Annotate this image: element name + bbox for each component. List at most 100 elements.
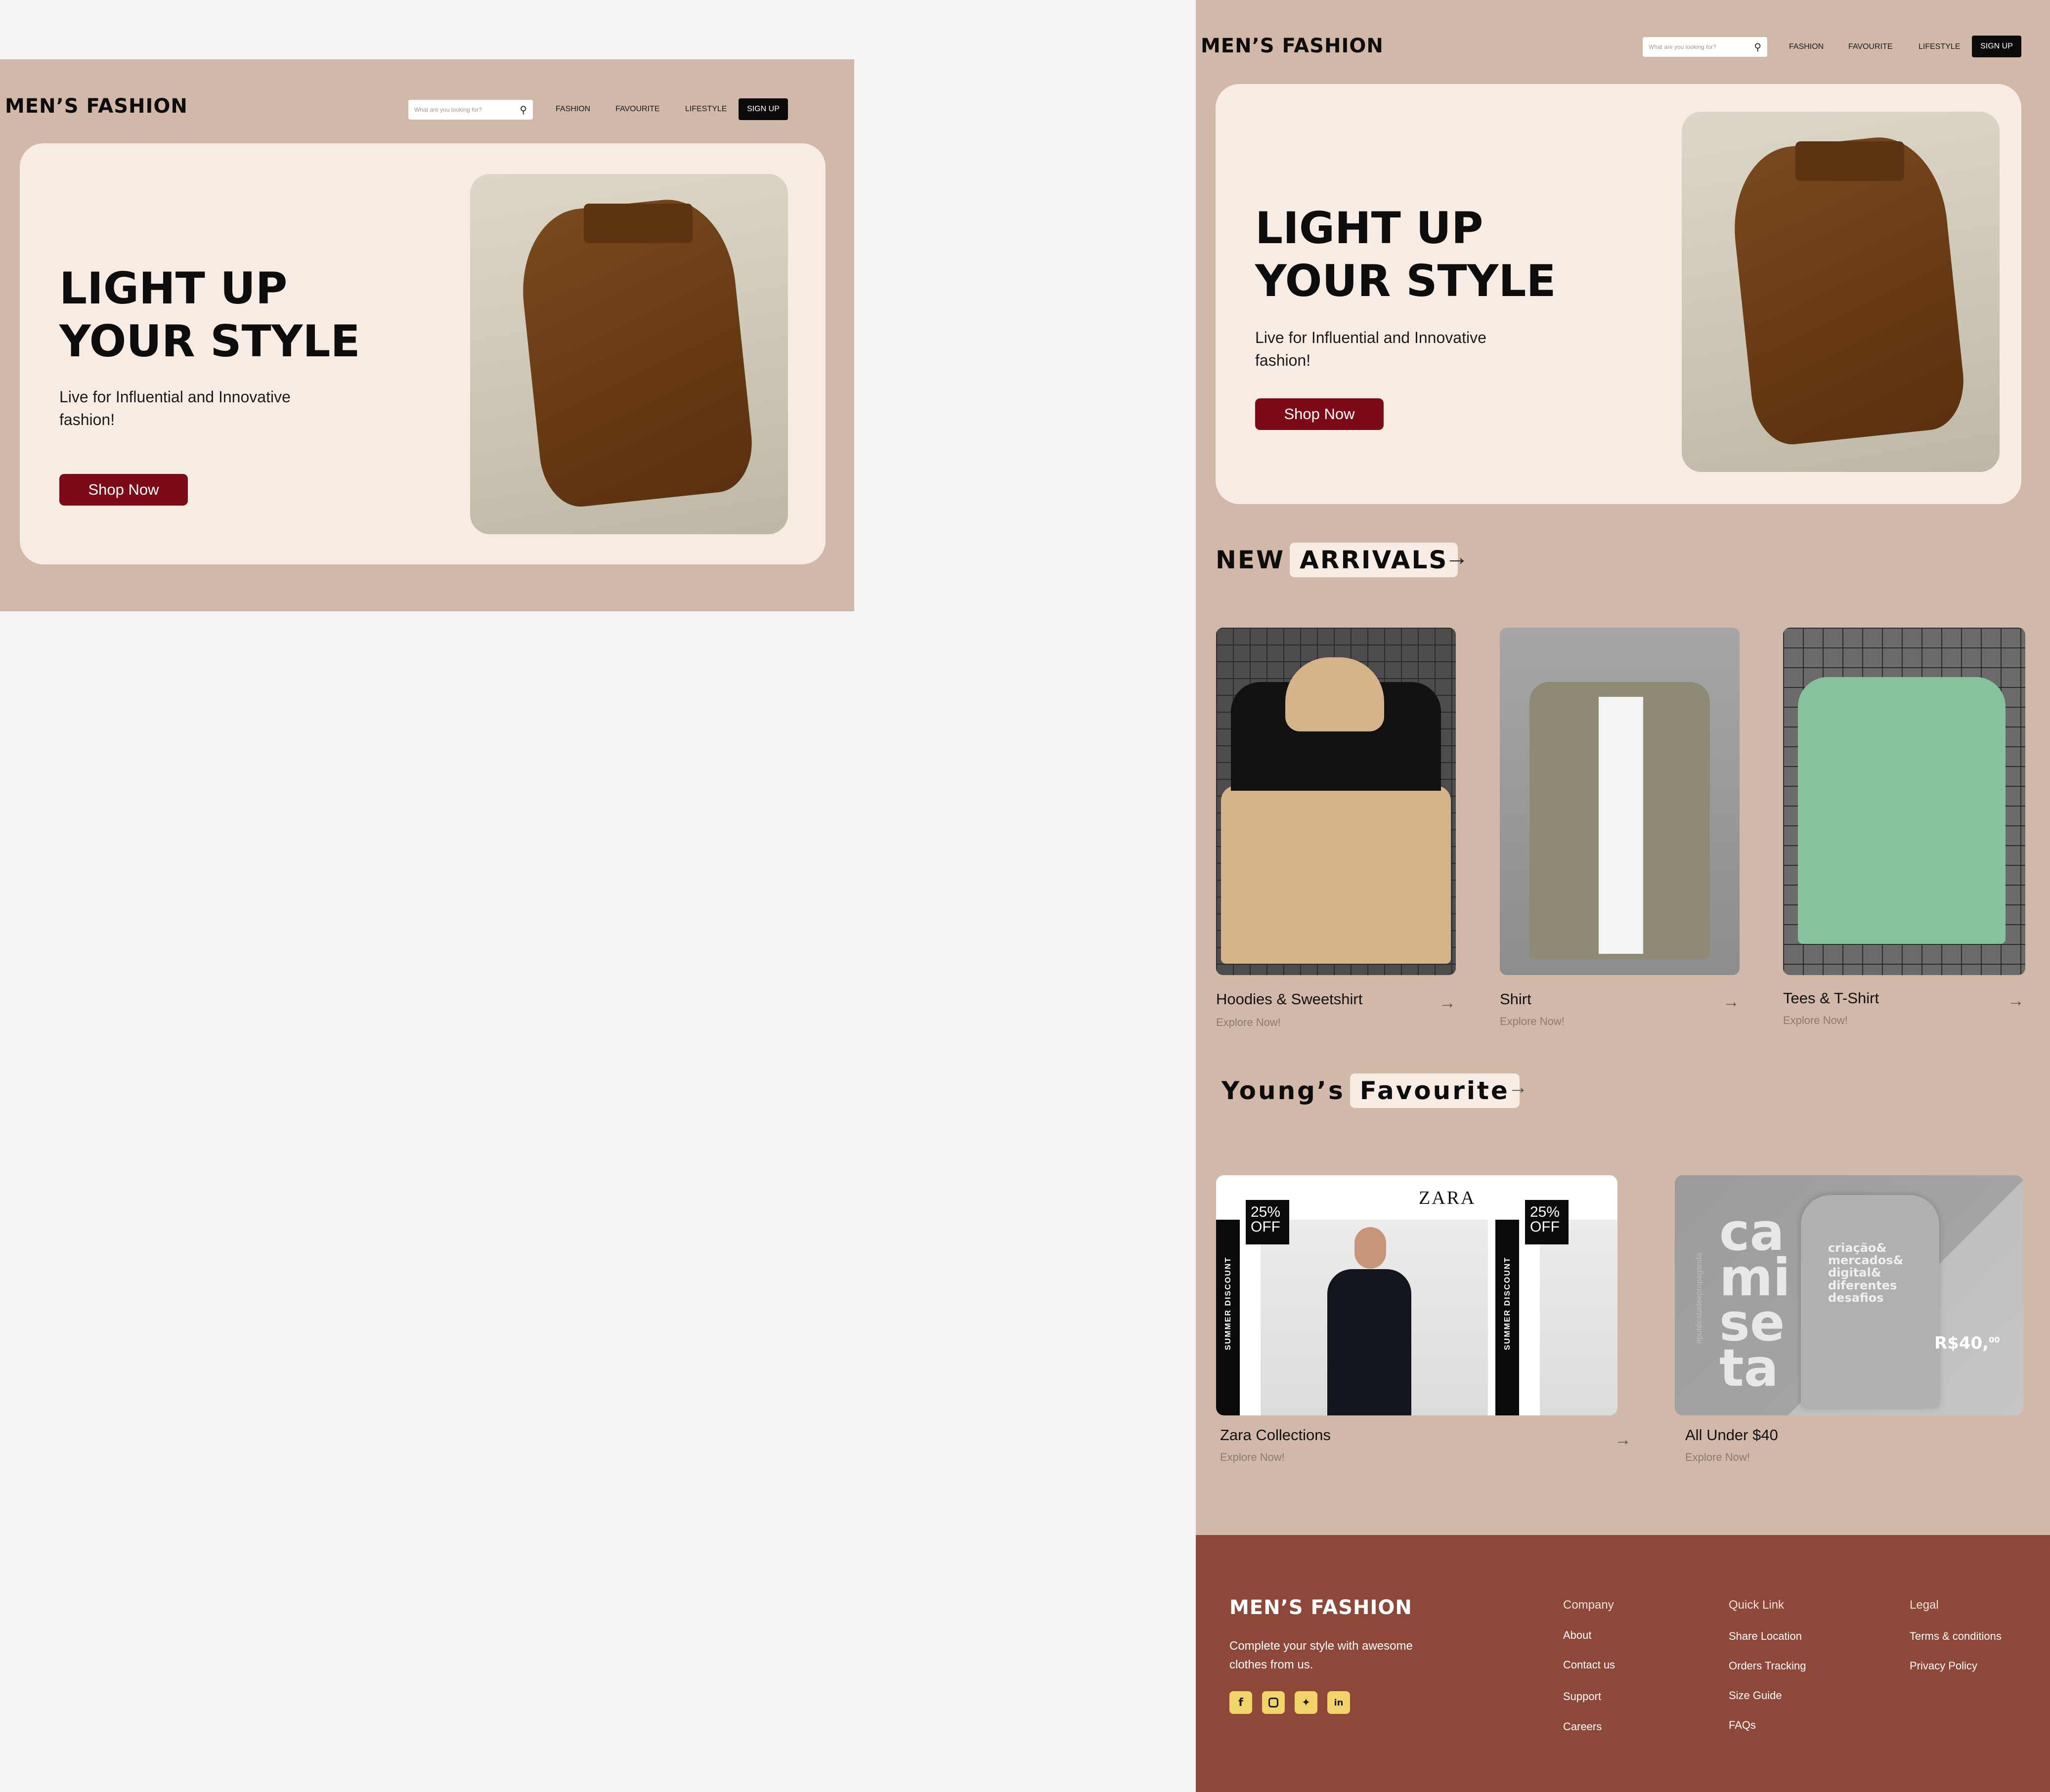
shirt-arrow-icon[interactable]: →: [1723, 992, 1740, 1012]
search-icon[interactable]: ⚲: [520, 104, 527, 116]
hoodie-arrow-icon[interactable]: →: [1439, 993, 1456, 1013]
twitter-icon[interactable]: ✦: [1295, 1691, 1317, 1714]
hoodie-card-name[interactable]: Hoodies & Sweetshirt: [1216, 990, 1362, 1008]
jacket-collar: [1795, 141, 1904, 181]
hero-title: LIGHT UP YOUR STYLE: [59, 262, 360, 368]
footer: MEN’S FASHION Complete your style with a…: [1196, 1535, 2050, 1792]
hero-subtitle-line2: fashion!: [1255, 351, 1311, 370]
search-placeholder: What are you looking for?: [414, 106, 482, 113]
shirt-card-sub[interactable]: Explore Now!: [1500, 1015, 1565, 1028]
search-input[interactable]: What are you looking for? ⚲: [408, 100, 533, 120]
footer-link-terms[interactable]: Terms & conditions: [1910, 1630, 2002, 1643]
footer-link-careers[interactable]: Careers: [1563, 1720, 1602, 1733]
footer-link-about[interactable]: About: [1563, 1629, 1592, 1642]
footer-link-contact[interactable]: Contact us: [1563, 1659, 1615, 1671]
hoodie-hood: [1285, 657, 1384, 731]
shop-now-button[interactable]: Shop Now: [59, 474, 188, 506]
hoodie-card-sub[interactable]: Explore Now!: [1216, 1016, 1281, 1029]
favourite-title-arrow-icon[interactable]: →: [1508, 1076, 1528, 1099]
footer-link-support[interactable]: Support: [1563, 1690, 1601, 1703]
footer-brand[interactable]: MEN’S FASHION: [1229, 1596, 1412, 1619]
footer-tagline-line2: clothes from us.: [1229, 1658, 1313, 1672]
zara-card-name[interactable]: Zara Collections: [1220, 1426, 1331, 1444]
camiseta-tshirt-text: criação& mercados& digital& diferentes d…: [1828, 1241, 1904, 1305]
hero-title-line1: LIGHT UP: [59, 263, 288, 314]
full-page-panel: MEN’S FASHION What are you looking for? …: [1196, 0, 2050, 1792]
brand-logo[interactable]: MEN’S FASHION: [5, 95, 188, 118]
shirt-card-name[interactable]: Shirt: [1500, 990, 1531, 1008]
signup-button[interactable]: SIGN UP: [1972, 36, 2021, 57]
zara-discount-off: OFF: [1251, 1219, 1280, 1235]
tshirt-body: [1798, 677, 2006, 944]
zara-discount-off-2: OFF: [1530, 1219, 1560, 1235]
footer-link-privacy[interactable]: Privacy Policy: [1910, 1660, 1977, 1672]
hero-subtitle-line1: Live for Influential and Innovative: [1255, 329, 1486, 346]
hero-subtitle: Live for Influential and Innovative fash…: [59, 385, 291, 431]
footer-link-orders-tracking[interactable]: Orders Tracking: [1729, 1660, 1806, 1672]
hero-subtitle: Live for Influential and Innovative fash…: [1255, 326, 1486, 372]
new-arrivals-title: NEW ARRIVALS: [1216, 543, 1458, 577]
zara-side-text: SUMMER DISCOUNT: [1224, 1256, 1232, 1350]
zara-arrow-icon[interactable]: →: [1614, 1430, 1631, 1450]
new-arrivals-arrow-icon[interactable]: →: [1445, 544, 1469, 571]
favourite-title-highlight: Favourite: [1350, 1073, 1520, 1108]
hero-card: LIGHT UP YOUR STYLE Live for Influential…: [20, 143, 826, 564]
zara-discount-pct: 25%: [1251, 1204, 1281, 1220]
footer-tagline: Complete your style with awesome clothes…: [1229, 1637, 1413, 1675]
brand-logo[interactable]: MEN’S FASHION: [1201, 35, 1384, 57]
new-arrivals-title-plain: NEW: [1216, 546, 1285, 574]
signup-button[interactable]: SIGN UP: [739, 98, 788, 120]
zara-ad-left: SUMMER DISCOUNT 25% OFF ZARA: [1216, 1175, 1488, 1415]
tshirt-card-sub[interactable]: Explore Now!: [1783, 1014, 1848, 1027]
jacket-collar: [584, 204, 693, 243]
zara-man-suit: [1327, 1269, 1411, 1415]
under-40-card-sub[interactable]: Explore Now!: [1685, 1451, 1750, 1464]
hoodie-body: [1221, 786, 1451, 964]
hero-title-line1: LIGHT UP: [1255, 203, 1483, 254]
nav-fashion[interactable]: FASHION: [556, 105, 590, 114]
new-arrivals-title-highlight: ARRIVALS: [1290, 543, 1458, 577]
nav-lifestyle[interactable]: LIFESTYLE: [1919, 43, 1960, 51]
hero-title-line2: YOUR STYLE: [1255, 256, 1556, 307]
camiseta-price-main: R$40,: [1934, 1333, 1989, 1353]
under-40-card-name[interactable]: All Under $40: [1685, 1426, 1778, 1444]
linkedin-icon[interactable]: in: [1327, 1691, 1350, 1714]
zara-discount-badge-2: 25% OFF: [1525, 1200, 1569, 1244]
footer-quick-head: Quick Link: [1729, 1598, 1785, 1612]
search-icon[interactable]: ⚲: [1754, 41, 1761, 53]
zara-collection-image[interactable]: SUMMER DISCOUNT 25% OFF ZARA SUMMER DISC…: [1216, 1175, 1617, 1415]
hoodie-image[interactable]: [1216, 628, 1456, 975]
camiseta-price-cents: 00: [1989, 1335, 2000, 1345]
favourite-title-plain: Young’s: [1221, 1076, 1345, 1105]
nav-fashion[interactable]: FASHION: [1789, 43, 1824, 51]
camiseta-side-text: #publicidadeepropaganda: [1695, 1252, 1703, 1344]
zara-man-head: [1354, 1227, 1386, 1269]
search-input[interactable]: What are you looking for? ⚲: [1643, 37, 1767, 57]
hero-title: LIGHT UP YOUR STYLE: [1255, 202, 1556, 308]
zara-discount-badge: 25% OFF: [1246, 1200, 1289, 1244]
footer-link-faqs[interactable]: FAQs: [1729, 1719, 1756, 1732]
hero-preview-panel: MEN’S FASHION What are you looking for? …: [0, 59, 854, 611]
hero-subtitle-line2: fashion!: [59, 411, 115, 429]
nav-lifestyle[interactable]: LIFESTYLE: [685, 105, 727, 114]
zara-card-sub[interactable]: Explore Now!: [1220, 1451, 1285, 1464]
zara-side-text-2: SUMMER DISCOUNT: [1503, 1256, 1512, 1350]
zara-photo-bg-2: [1540, 1220, 1617, 1415]
under-40-image[interactable]: camiseta #publicidadeepropaganda criação…: [1675, 1175, 2023, 1415]
shirt-image[interactable]: [1500, 628, 1740, 975]
tshirt-arrow-icon[interactable]: →: [2007, 991, 2024, 1011]
search-placeholder: What are you looking for?: [1649, 43, 1716, 50]
facebook-icon[interactable]: f: [1229, 1691, 1252, 1714]
zara-discount-pct-2: 25%: [1530, 1204, 1560, 1220]
tshirt-card-name[interactable]: Tees & T-Shirt: [1783, 989, 1879, 1007]
hero-title-line2: YOUR STYLE: [59, 316, 360, 367]
tshirt-image[interactable]: [1783, 628, 2025, 975]
footer-legal-head: Legal: [1910, 1598, 1939, 1612]
shop-now-button[interactable]: Shop Now: [1255, 398, 1384, 430]
nav-favourite[interactable]: FAVOURITE: [1848, 43, 1893, 51]
footer-link-size-guide[interactable]: Size Guide: [1729, 1689, 1782, 1702]
nav-favourite[interactable]: FAVOURITE: [615, 105, 660, 114]
camiseta-price: R$40,00: [1934, 1333, 2000, 1353]
footer-link-share-location[interactable]: Share Location: [1729, 1630, 1802, 1643]
instagram-icon[interactable]: [1262, 1691, 1285, 1714]
